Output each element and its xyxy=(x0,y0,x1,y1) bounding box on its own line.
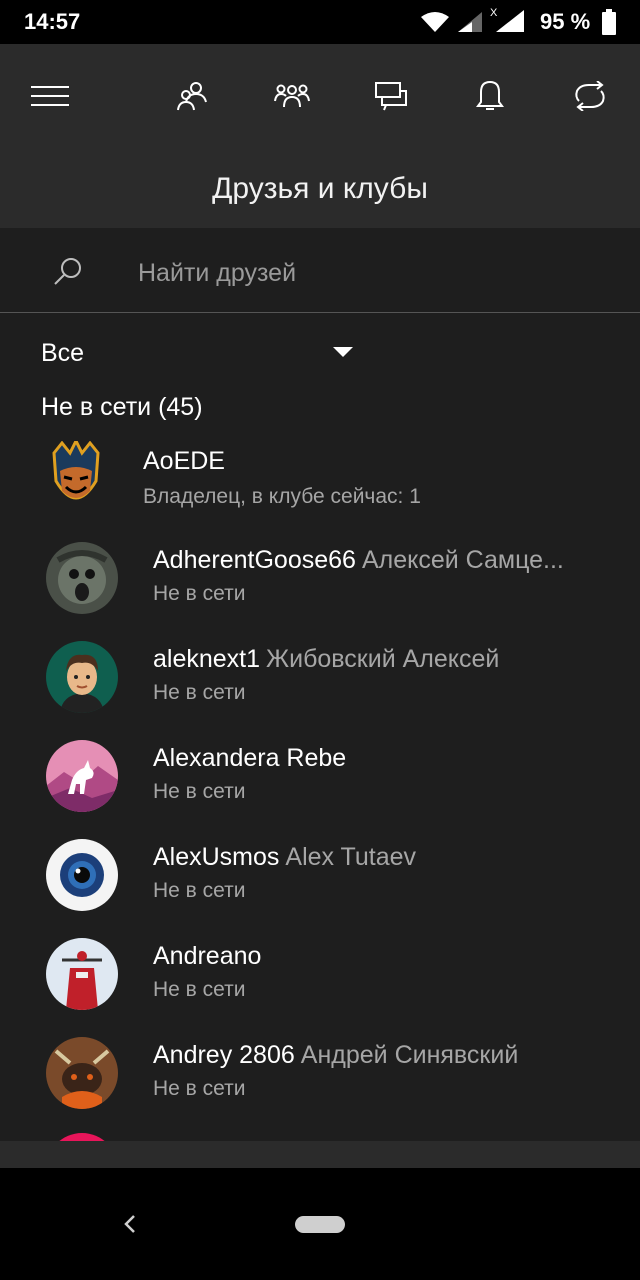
back-icon[interactable] xyxy=(122,1214,138,1234)
real-name: Андрей Синявский xyxy=(300,1041,519,1069)
search-bar xyxy=(0,228,640,313)
menu-icon xyxy=(31,86,69,106)
clubs-tab[interactable] xyxy=(264,68,320,124)
refresh-icon xyxy=(575,81,605,111)
system-navigation-bar xyxy=(0,1168,640,1280)
section-header: Не в сети (45) xyxy=(41,393,203,421)
battery-icon xyxy=(602,9,616,35)
club-name: AoEDE xyxy=(143,447,225,475)
home-pill[interactable] xyxy=(295,1216,345,1233)
friends-tab[interactable] xyxy=(164,68,220,124)
avatar xyxy=(46,740,118,812)
presence-status: Не в сети xyxy=(153,978,246,1001)
avatar-partial xyxy=(46,1133,118,1141)
real-name: Жибовский Алексей xyxy=(266,645,500,673)
messages-icon xyxy=(375,82,407,111)
club-logo xyxy=(46,437,106,513)
chevron-down-icon xyxy=(333,347,353,357)
avatar xyxy=(46,1037,118,1109)
filter-dropdown[interactable]: Все xyxy=(41,339,361,375)
menu-button[interactable] xyxy=(22,68,78,124)
presence-status: Не в сети xyxy=(153,780,246,803)
gamertag: AlexUsmos xyxy=(153,843,280,871)
gamertag: Alexandera Rebe xyxy=(153,744,347,772)
gamertag: Andreano xyxy=(153,942,262,970)
svg-text:X: X xyxy=(490,7,498,19)
presence-status: Не в сети xyxy=(153,879,246,902)
presence-status: Не в сети xyxy=(153,1077,246,1100)
notifications-icon xyxy=(476,80,504,110)
search-icon xyxy=(54,258,81,285)
gamertag: AdherentGoose66 xyxy=(153,546,356,574)
gamertag: aleknext1 xyxy=(153,645,261,673)
gamertag: Andrey 2806 xyxy=(153,1041,295,1069)
filter-selected: Все xyxy=(41,339,85,367)
friend-row[interactable]: Andreano Не в сети xyxy=(0,926,640,1022)
avatar xyxy=(46,938,118,1010)
refresh-button[interactable] xyxy=(562,68,618,124)
friend-row[interactable]: aleknext1 Жибовский Алексей Не в сети xyxy=(0,629,640,725)
clubs-icon xyxy=(274,84,310,108)
real-name: Алексей Самце... xyxy=(361,546,564,574)
club-row[interactable]: AoEDE Владелец, в клубе сейчас: 1 xyxy=(0,431,640,527)
friend-row[interactable]: Andrey 2806 Андрей Синявский Не в сети xyxy=(0,1025,640,1121)
notifications-tab[interactable] xyxy=(462,68,518,124)
friend-row[interactable]: Alexandera Rebe Не в сети xyxy=(0,728,640,824)
real-name: Alex Tutaev xyxy=(285,843,417,871)
messages-tab[interactable] xyxy=(363,68,419,124)
presence-status: Не в сети xyxy=(153,582,246,605)
avatar xyxy=(46,641,118,713)
search-input[interactable] xyxy=(136,252,600,294)
bottom-app-bar xyxy=(0,1141,640,1168)
signal-no-data-icon: X xyxy=(490,7,524,32)
status-time: 14:57 xyxy=(24,9,81,34)
friends-list: Все Не в сети (45) AoEDE Владелец, в клу… xyxy=(0,313,640,1141)
signal-icon xyxy=(458,12,482,32)
friends-icon xyxy=(177,82,207,111)
friend-row[interactable]: AlexUsmos Alex Tutaev Не в сети xyxy=(0,827,640,923)
avatar xyxy=(46,839,118,911)
friend-row[interactable]: AdherentGoose66 Алексей Самце... Не в сет… xyxy=(0,530,640,626)
avatar xyxy=(46,542,118,614)
page-title: Друзья и клубы xyxy=(212,172,428,205)
wifi-icon xyxy=(421,12,449,32)
club-subtitle: Владелец, в клубе сейчас: 1 xyxy=(143,485,421,508)
presence-status: Не в сети xyxy=(153,681,246,704)
battery-percent: 95 % xyxy=(540,9,591,34)
app-header: Друзья и клубы xyxy=(0,44,640,228)
status-bar: 14:57 X 95 % xyxy=(0,0,640,44)
